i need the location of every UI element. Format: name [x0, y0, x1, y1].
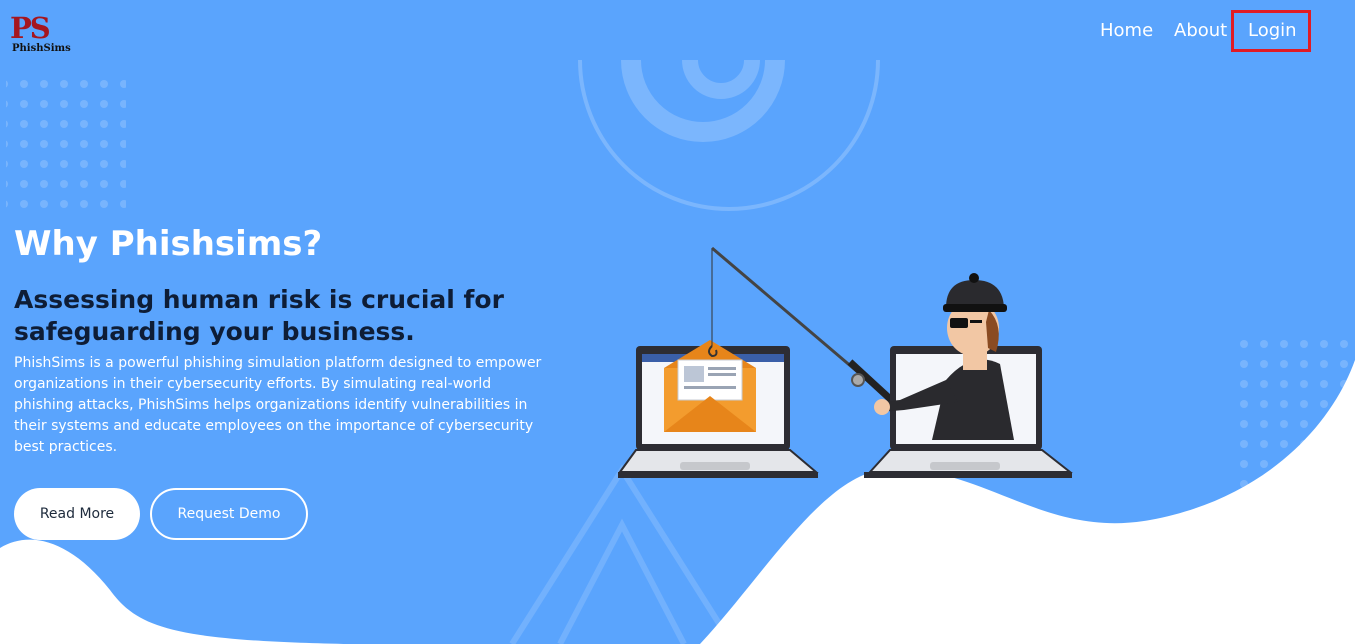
request-demo-button[interactable]: Request Demo [150, 488, 308, 540]
hero-description: PhishSims is a powerful phishing simulat… [14, 355, 542, 455]
nav-home[interactable]: Home [1100, 19, 1153, 43]
arc-decoration [578, 59, 880, 211]
dot-grid-left [6, 68, 126, 218]
hero-subtitle: Assessing human risk is crucial for safe… [14, 285, 504, 346]
phishing-illustration [618, 246, 1073, 478]
logo-name: PhishSims [12, 43, 71, 54]
logo-letters: PS [10, 11, 51, 45]
triangle-decoration [509, 464, 735, 644]
nav-about[interactable]: About [1174, 19, 1227, 43]
login-highlight-box [1231, 10, 1311, 52]
logo[interactable]: PS PhishSims [10, 11, 71, 58]
hero-section: Why Phishsims? Assessing human risk is c… [14, 222, 554, 458]
read-more-button[interactable]: Read More [14, 488, 140, 540]
hero-title: Why Phishsims? [14, 224, 323, 264]
